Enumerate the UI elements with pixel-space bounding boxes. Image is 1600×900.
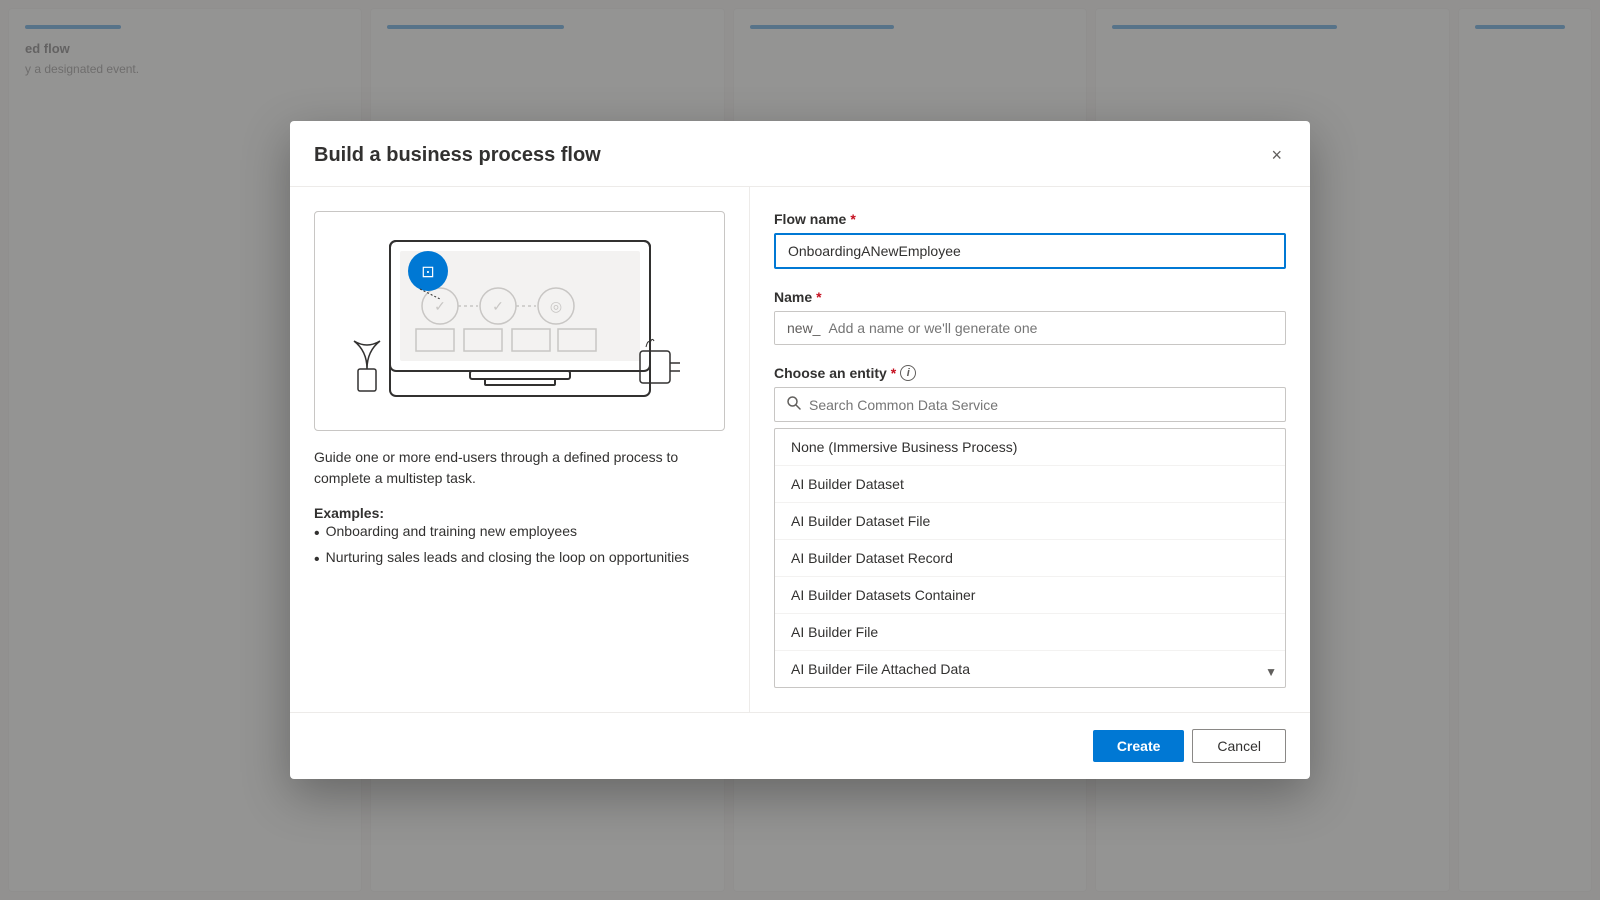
flow-name-label: Flow name * [774,211,1286,227]
name-required: * [816,289,821,305]
dialog-body: ✓ ✓ ◎ ⊡ [290,187,1310,712]
example-item-1: Onboarding and training new employees [314,521,725,547]
entity-search-input[interactable] [809,397,1273,413]
create-button[interactable]: Create [1093,730,1185,762]
scroll-down-indicator: ▼ [1265,665,1277,679]
entity-list: None (Immersive Business Process) AI Bui… [775,429,1285,687]
entity-required: * [891,365,896,381]
flow-name-required: * [850,211,855,227]
flow-name-input[interactable] [774,233,1286,269]
examples-title: Examples: [314,505,725,521]
entity-item-2[interactable]: AI Builder Dataset File [775,503,1285,540]
name-label: Name * [774,289,1286,305]
example-item-2: Nurturing sales leads and closing the lo… [314,547,725,573]
entity-item-5[interactable]: AI Builder File [775,614,1285,651]
flow-name-field-group: Flow name * [774,211,1286,269]
entity-item-6[interactable]: AI Builder File Attached Data [775,651,1285,687]
name-input-wrapper: new_ [774,311,1286,345]
entity-item-0[interactable]: None (Immersive Business Process) [775,429,1285,466]
entity-item-1[interactable]: AI Builder Dataset [775,466,1285,503]
modal-overlay: Build a business process flow × [0,0,1600,900]
name-input[interactable] [828,312,1285,344]
entity-field-group: Choose an entity * i [774,365,1286,688]
dialog-header: Build a business process flow × [290,121,1310,187]
name-field-group: Name * new_ [774,289,1286,345]
svg-text:⊡: ⊡ [421,264,434,281]
svg-text:✓: ✓ [492,298,504,314]
name-prefix: new_ [775,312,828,344]
entity-label: Choose an entity * i [774,365,1286,381]
flow-illustration: ✓ ✓ ◎ ⊡ [314,211,725,431]
entity-info-icon[interactable]: i [900,365,916,381]
svg-text:◎: ◎ [549,298,561,314]
right-panel: Flow name * Name * new_ [750,187,1310,712]
description-text: Guide one or more end-users through a de… [314,447,725,489]
build-flow-dialog: Build a business process flow × [290,121,1310,779]
svg-text:✓: ✓ [434,298,446,314]
close-button[interactable]: × [1267,141,1286,170]
entity-item-4[interactable]: AI Builder Datasets Container [775,577,1285,614]
entity-item-3[interactable]: AI Builder Dataset Record [775,540,1285,577]
entity-search-wrapper [774,387,1286,422]
entity-list-outer: None (Immersive Business Process) AI Bui… [774,428,1286,688]
search-icon [787,396,801,413]
dialog-title: Build a business process flow [314,144,601,167]
left-panel: ✓ ✓ ◎ ⊡ [290,187,750,712]
examples-section: Examples: Onboarding and training new em… [314,505,725,574]
cancel-button[interactable]: Cancel [1192,729,1286,763]
dialog-footer: Create Cancel [290,712,1310,779]
examples-list: Onboarding and training new employees Nu… [314,521,725,574]
